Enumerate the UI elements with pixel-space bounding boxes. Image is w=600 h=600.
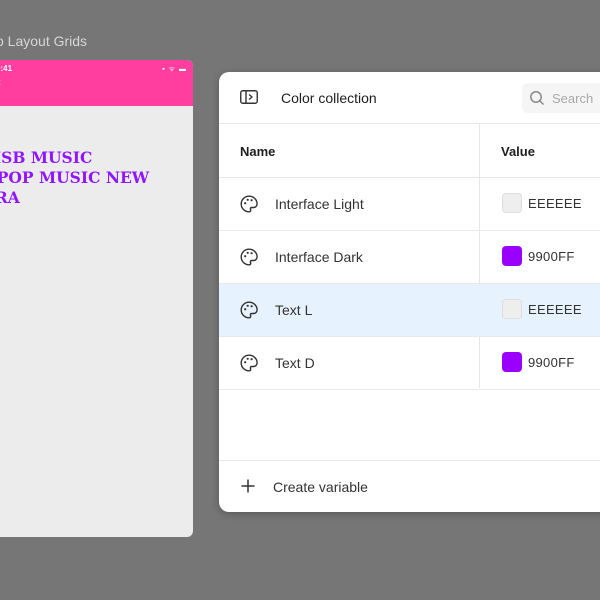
sidebar-toggle-icon[interactable] — [240, 90, 258, 104]
create-variable-label: Create variable — [273, 479, 368, 495]
phone-frame[interactable]: 9:41 ▪ ᯤ ▬ < LISB MUSICJ-POP MUSIC NEWER… — [0, 60, 193, 537]
search-input[interactable]: Search — [522, 83, 600, 113]
frame-label: o Layout Grids — [0, 33, 88, 49]
variable-value[interactable]: EEEEEE — [528, 196, 582, 211]
variable-value[interactable]: 9900FF — [528, 355, 575, 370]
search-placeholder: Search — [552, 91, 594, 106]
variable-value[interactable]: EEEEEE — [528, 302, 582, 317]
palette-icon — [239, 300, 259, 320]
palette-icon — [239, 194, 259, 214]
search-icon — [530, 91, 545, 106]
variable-row[interactable]: Interface Dark 9900FF — [219, 231, 600, 284]
table-header: Name Value — [219, 124, 600, 178]
palette-icon — [239, 247, 259, 267]
color-collection-panel: Color collection Search Name Value Inter… — [219, 72, 600, 512]
back-icon[interactable]: < — [0, 77, 1, 88]
variable-name[interactable]: Text D — [275, 355, 315, 371]
color-swatch[interactable] — [502, 299, 522, 319]
column-header-value[interactable]: Value — [501, 144, 535, 159]
variable-value[interactable]: 9900FF — [528, 249, 575, 264]
panel-header: Color collection Search — [219, 72, 600, 124]
create-variable-button[interactable]: Create variable — [219, 460, 600, 512]
variable-row[interactable]: Text D 9900FF — [219, 337, 600, 390]
status-icons: ▪ ᯤ ▬ — [162, 66, 187, 73]
color-swatch[interactable] — [502, 193, 522, 213]
phone-top-bar: 9:41 ▪ ᯤ ▬ < — [0, 60, 193, 106]
phone-heading: LISB MUSICJ-POP MUSIC NEWERA — [0, 148, 150, 207]
variable-row[interactable]: Text L EEEEEE — [219, 284, 600, 337]
variable-name[interactable]: Text L — [275, 302, 312, 318]
color-swatch[interactable] — [502, 246, 522, 266]
panel-title: Color collection — [281, 90, 377, 106]
status-time: 9:41 — [0, 64, 13, 73]
color-swatch[interactable] — [502, 352, 522, 372]
column-header-name[interactable]: Name — [240, 144, 275, 159]
variable-name[interactable]: Interface Dark — [275, 249, 363, 265]
palette-icon — [239, 353, 259, 373]
variable-row[interactable]: Interface Light EEEEEE — [219, 178, 600, 231]
plus-icon — [241, 479, 255, 493]
variable-name[interactable]: Interface Light — [275, 196, 364, 212]
